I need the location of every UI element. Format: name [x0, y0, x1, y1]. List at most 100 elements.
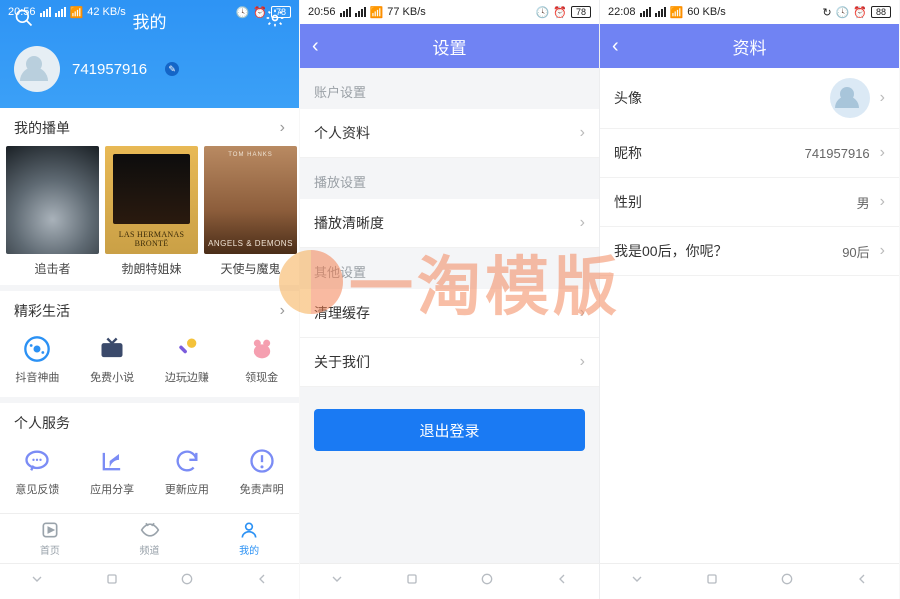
row-cache[interactable]: 清理缓存 › — [300, 289, 599, 338]
poster-caption: LAS HERMANAS BRONTË — [105, 230, 198, 248]
service-grid: 意见反馈 应用分享 更新应用 免责声明 — [0, 441, 299, 509]
section-life-header[interactable]: 精彩生活 › — [0, 291, 299, 329]
row-label: 播放清晰度 — [314, 213, 384, 233]
cell-label: 应用分享 — [90, 481, 134, 497]
cell-label: 更新应用 — [165, 481, 209, 497]
row-label: 清理缓存 — [314, 303, 370, 323]
row-label: 我是00后，你呢？ — [614, 241, 728, 261]
row-avatar[interactable]: 头像 › — [600, 68, 899, 129]
android-nav-bar — [300, 563, 599, 599]
service-update[interactable]: 更新应用 — [150, 447, 225, 497]
group-other: 其他设置 — [300, 248, 599, 289]
screen-settings: 20:56 📶 77 KB/s 🕓 ⏰ 78 ‹ 设置 账户设置 个人资料 › … — [300, 0, 600, 599]
nav-down-icon[interactable] — [29, 571, 45, 592]
nav-recent-icon[interactable] — [404, 571, 420, 592]
nav-down-icon[interactable] — [629, 571, 645, 592]
tv-icon — [98, 335, 126, 363]
life-item-cash[interactable]: 领现金 — [224, 335, 299, 385]
playlist-item[interactable]: TOM HANKS ANGELS & DEMONS 天使与魔鬼 — [204, 146, 297, 277]
group-account: 账户设置 — [300, 68, 599, 109]
battery-icon: 78 — [271, 6, 291, 18]
chevron-right-icon: › — [280, 119, 285, 137]
life-item-novel[interactable]: 免费小说 — [75, 335, 150, 385]
service-feedback[interactable]: 意见反馈 — [0, 447, 75, 497]
chevron-right-icon: › — [280, 302, 285, 320]
poster-label: 天使与魔鬼 — [204, 260, 297, 277]
eye-icon — [140, 520, 160, 540]
nav-home-icon[interactable] — [779, 571, 795, 592]
back-icon[interactable]: ‹ — [312, 35, 319, 58]
chat-icon — [23, 447, 51, 475]
alarm-icon: 🕓 — [236, 6, 250, 19]
playlist-item[interactable]: LAS HERMANAS BRONTË 勃朗特姐妹 — [105, 146, 198, 277]
status-time: 22:08 — [608, 6, 636, 18]
nav-back-icon[interactable] — [254, 571, 270, 592]
signal-icon — [340, 7, 351, 17]
screen-profile-detail: 22:08 📶 60 KB/s ↻ 🕓 ⏰ 88 ‹ 资料 头像 › 昵称 74… — [600, 0, 900, 599]
row-profile[interactable]: 个人资料 › — [300, 109, 599, 158]
row-value: 741957916 — [805, 146, 870, 161]
status-net: 77 KB/s — [387, 6, 426, 18]
alarm-icon: 🕓 — [536, 6, 550, 19]
section-label: 个人服务 — [14, 413, 70, 433]
row-era[interactable]: 我是00后，你呢？ 90后› — [600, 227, 899, 276]
service-share[interactable]: 应用分享 — [75, 447, 150, 497]
back-icon[interactable]: ‹ — [612, 35, 619, 58]
nav-down-icon[interactable] — [329, 571, 345, 592]
nav-home-icon[interactable] — [479, 571, 495, 592]
nav-recent-icon[interactable] — [104, 571, 120, 592]
nav-back-icon[interactable] — [854, 571, 870, 592]
poster-image — [6, 146, 99, 254]
bear-icon — [248, 335, 276, 363]
button-label: 退出登录 — [419, 420, 479, 441]
row-label: 头像 — [614, 88, 642, 108]
signal-icon — [40, 7, 51, 17]
life-item-music[interactable]: 抖音神曲 — [0, 335, 75, 385]
chevron-right-icon: › — [580, 353, 585, 371]
service-disclaimer[interactable]: 免责声明 — [224, 447, 299, 497]
chevron-right-icon: › — [880, 193, 885, 211]
nav-back-icon[interactable] — [554, 571, 570, 592]
android-nav-bar — [600, 563, 899, 599]
row-value: 90后 — [842, 242, 869, 261]
row-value: 男 — [857, 193, 870, 212]
play-square-icon — [40, 520, 60, 540]
cell-label: 领现金 — [245, 369, 278, 385]
info-icon — [248, 447, 276, 475]
nav-recent-icon[interactable] — [704, 571, 720, 592]
section-playlist-header[interactable]: 我的播单 › — [0, 108, 299, 146]
status-time: 20:56 — [8, 6, 36, 18]
status-net: 60 KB/s — [687, 6, 726, 18]
row-nickname[interactable]: 昵称 741957916› — [600, 129, 899, 178]
tab-label: 频道 — [140, 542, 160, 557]
chevron-right-icon: › — [580, 214, 585, 232]
signal-icon — [355, 7, 366, 17]
screen-mine: 20:56 📶 42 KB/s 🕓 ⏰ 78 我的 741957916 ✎ — [0, 0, 300, 599]
group-playback: 播放设置 — [300, 158, 599, 199]
row-gender[interactable]: 性别 男› — [600, 178, 899, 227]
life-item-earn[interactable]: 边玩边赚 — [150, 335, 225, 385]
page-title: 设置 — [433, 34, 467, 59]
avatar — [14, 46, 60, 92]
nav-home-icon[interactable] — [179, 571, 195, 592]
tab-label: 我的 — [239, 542, 259, 557]
playlist-item[interactable]: 追击者 — [6, 146, 99, 277]
tab-label: 首页 — [40, 542, 60, 557]
cell-label: 免责声明 — [240, 481, 284, 497]
app-header: ‹ 设置 — [300, 24, 599, 68]
username: 741957916 — [72, 61, 147, 78]
user-icon — [239, 520, 259, 540]
poster-label: 追击者 — [6, 260, 99, 277]
signal-icon — [655, 7, 666, 17]
row-about[interactable]: 关于我们 › — [300, 338, 599, 387]
status-bar: 22:08 📶 60 KB/s ↻ 🕓 ⏰ 88 — [600, 0, 899, 24]
tab-home[interactable]: 首页 — [0, 514, 100, 563]
chevron-right-icon: › — [880, 89, 885, 107]
tab-mine[interactable]: 我的 — [199, 514, 299, 563]
logout-button[interactable]: 退出登录 — [314, 409, 585, 451]
poster-label: 勃朗特姐妹 — [105, 260, 198, 277]
tab-channel[interactable]: 频道 — [100, 514, 200, 563]
life-grid: 抖音神曲 免费小说 边玩边赚 领现金 — [0, 329, 299, 397]
user-row[interactable]: 741957916 ✎ — [0, 40, 299, 94]
row-quality[interactable]: 播放清晰度 › — [300, 199, 599, 248]
